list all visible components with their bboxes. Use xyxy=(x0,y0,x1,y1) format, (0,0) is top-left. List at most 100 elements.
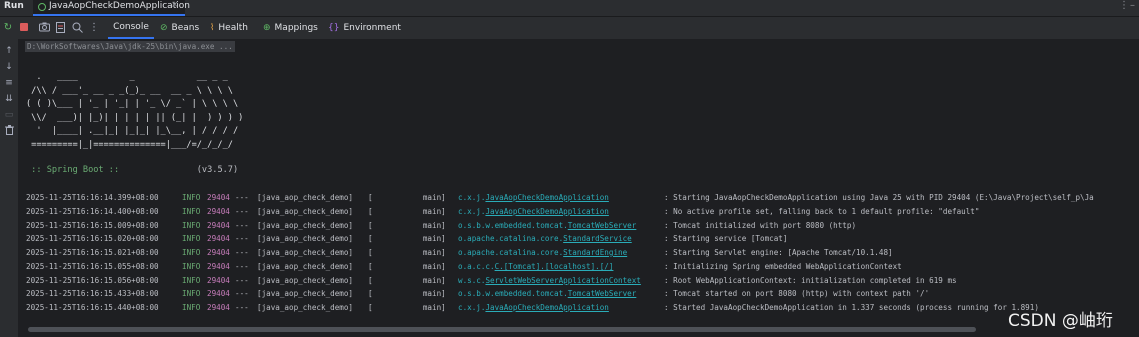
print-icon[interactable]: ▭ xyxy=(3,109,15,121)
log-pid: 29404 xyxy=(207,275,230,285)
log-logger-link[interactable]: ServletWebServerApplicationContext xyxy=(485,276,640,285)
java-command-line[interactable]: D:\WorkSoftwares\Java\jdk-25\bin\java.ex… xyxy=(25,41,235,52)
log-timestamp: 2025-11-25T16:16:15.055+08:00 xyxy=(26,261,159,271)
horizontal-scrollbar[interactable] xyxy=(28,327,976,332)
log-separator: --- xyxy=(235,234,249,244)
stop-icon[interactable] xyxy=(18,21,30,33)
minimize-icon[interactable]: – xyxy=(1130,0,1135,11)
arrow-down-icon[interactable]: ↓ xyxy=(3,61,15,73)
trash-icon[interactable] xyxy=(3,125,15,137)
tab-mappings[interactable]: ⊕ Mappings xyxy=(263,17,318,39)
log-logger: c.x.j.JavaAopCheckDemoApplication xyxy=(458,206,609,218)
rerun-icon[interactable]: ↻ xyxy=(2,21,14,33)
spring-boot-label: :: Spring Boot :: xyxy=(26,165,125,175)
log-separator: --- xyxy=(235,206,249,216)
log-pid: 29404 xyxy=(207,261,230,271)
log-thread: [ main] xyxy=(368,303,446,312)
log-timestamp: 2025-11-25T16:16:15.056+08:00 xyxy=(26,275,159,285)
banner-line: \\/ ___)| |_)| | | | | || (_| | ) ) ) ) xyxy=(26,112,244,123)
dump-threads-icon[interactable] xyxy=(55,21,67,33)
log-logger-link[interactable]: TomcatWebServer xyxy=(568,221,637,230)
log-level: INFO xyxy=(182,261,201,271)
tab-health[interactable]: ⌇ Health xyxy=(210,17,248,39)
log-level: INFO xyxy=(182,193,201,202)
run-tab-title: JavaAopCheckDemoApplication xyxy=(49,1,190,11)
tab-environment-label: Environment xyxy=(343,23,401,33)
log-level: INFO xyxy=(182,303,201,312)
log-thread: [ main] xyxy=(368,275,446,285)
log-logger-link[interactable]: C.[Tomcat].[localhost].[/] xyxy=(495,262,614,271)
log-separator: --- xyxy=(235,289,249,299)
log-app-name: [java_aop_check_demo] xyxy=(257,206,354,216)
spring-boot-version-line: :: Spring Boot :: (v3.5.7) xyxy=(26,165,238,175)
log-logger-package: w.s.c. xyxy=(458,275,486,285)
log-timestamp: 2025-11-25T16:16:15.009+08:00 xyxy=(26,220,159,230)
log-message: : Starting JavaAopCheckDemoApplication u… xyxy=(664,193,1094,202)
spring-app-icon xyxy=(38,3,46,11)
console-output[interactable]: D:\WorkSoftwares\Java\jdk-25\bin\java.ex… xyxy=(20,40,1139,326)
log-thread: [ main] xyxy=(368,220,446,230)
run-toolbar: ↻ ⋮ Console ⊘ Beans ⌇ Health ⊕ Mappings … xyxy=(0,17,1139,39)
tab-console[interactable]: Console xyxy=(108,17,154,39)
camera-icon[interactable] xyxy=(38,21,50,33)
log-separator: --- xyxy=(235,248,249,257)
more-actions-icon[interactable]: ⋮ xyxy=(88,21,100,33)
tab-environment[interactable]: {} Environment xyxy=(328,17,401,39)
log-logger-link[interactable]: JavaAopCheckDemoApplication xyxy=(485,303,608,312)
banner-line: ( ( )\___ | '_ | '_| | '_ \/ _` | \ \ \ … xyxy=(26,99,239,109)
health-icon: ⌇ xyxy=(210,23,215,33)
run-tab[interactable]: JavaAopCheckDemoApplication × xyxy=(33,0,190,16)
log-timestamp: 2025-11-25T16:16:15.440+08:00 xyxy=(26,303,159,312)
log-logger: o.apache.catalina.core.StandardService xyxy=(458,233,632,245)
log-logger-package: c.x.j. xyxy=(458,206,486,216)
log-logger: o.s.b.w.embedded.tomcat.TomcatWebServer xyxy=(458,288,636,300)
scroll-to-end-icon[interactable]: ⇊ xyxy=(3,93,15,105)
log-logger: o.apache.catalina.core.StandardEngine xyxy=(458,247,627,259)
log-separator: --- xyxy=(235,193,249,202)
log-level: INFO xyxy=(182,206,201,216)
log-logger-link[interactable]: JavaAopCheckDemoApplication xyxy=(485,207,608,216)
log-message: : Starting Servlet engine: [Apache Tomca… xyxy=(664,248,893,257)
more-options-icon[interactable]: ⋮ xyxy=(1119,0,1129,11)
log-logger: o.a.c.c.C.[Tomcat].[localhost].[/] xyxy=(458,261,613,273)
search-icon[interactable] xyxy=(71,21,83,33)
soft-wrap-icon[interactable]: ≡ xyxy=(3,77,15,89)
log-separator: --- xyxy=(235,303,249,312)
log-pid: 29404 xyxy=(207,248,230,257)
log-timestamp: 2025-11-25T16:16:15.433+08:00 xyxy=(26,289,159,299)
spring-banner: . ____ _ __ _ _ /\\ / ___'_ __ _ _(_)_ _… xyxy=(26,71,243,152)
console-side-toolbar: ↑ ↓ ≡ ⇊ ▭ xyxy=(0,39,18,337)
close-tab-icon[interactable]: × xyxy=(171,0,179,10)
environment-icon: {} xyxy=(328,23,340,33)
mappings-icon: ⊕ xyxy=(263,23,271,33)
tab-beans-label: Beans xyxy=(171,23,200,33)
log-message: : Root WebApplicationContext: initializa… xyxy=(664,275,957,285)
log-logger-link[interactable]: StandardEngine xyxy=(563,248,627,257)
log-logger-link[interactable]: StandardService xyxy=(563,234,632,243)
log-logger-link[interactable]: JavaAopCheckDemoApplication xyxy=(485,193,608,202)
log-separator: --- xyxy=(235,275,249,285)
log-pid: 29404 xyxy=(207,303,230,312)
log-logger-package: o.s.b.w.embedded.tomcat. xyxy=(458,220,568,230)
log-level: INFO xyxy=(182,275,201,285)
log-app-name: [java_aop_check_demo] xyxy=(257,275,354,285)
log-timestamp: 2025-11-25T16:16:14.399+08:00 xyxy=(26,193,159,202)
spring-boot-version: (v3.5.7) xyxy=(124,165,239,175)
tab-beans[interactable]: ⊘ Beans xyxy=(160,17,199,39)
csdn-watermark: CSDN @岫珩 xyxy=(1008,311,1113,331)
log-level: INFO xyxy=(182,234,201,244)
run-tool-window-header: Run JavaAopCheckDemoApplication × ⋮ – xyxy=(0,0,1139,17)
arrow-up-icon[interactable]: ↑ xyxy=(3,45,15,57)
log-pid: 29404 xyxy=(207,289,230,299)
log-level: INFO xyxy=(182,289,201,299)
log-separator: --- xyxy=(235,220,249,230)
log-logger: o.s.b.w.embedded.tomcat.TomcatWebServer xyxy=(458,220,636,232)
log-message: : Tomcat initialized with port 8080 (htt… xyxy=(664,220,857,230)
log-app-name: [java_aop_check_demo] xyxy=(257,220,354,230)
log-app-name: [java_aop_check_demo] xyxy=(257,303,354,312)
log-thread: [ main] xyxy=(368,206,446,216)
log-logger-link[interactable]: TomcatWebServer xyxy=(568,289,637,298)
log-logger: c.x.j.JavaAopCheckDemoApplication xyxy=(458,302,609,314)
tab-console-label: Console xyxy=(113,22,149,32)
tab-health-label: Health xyxy=(218,23,248,33)
